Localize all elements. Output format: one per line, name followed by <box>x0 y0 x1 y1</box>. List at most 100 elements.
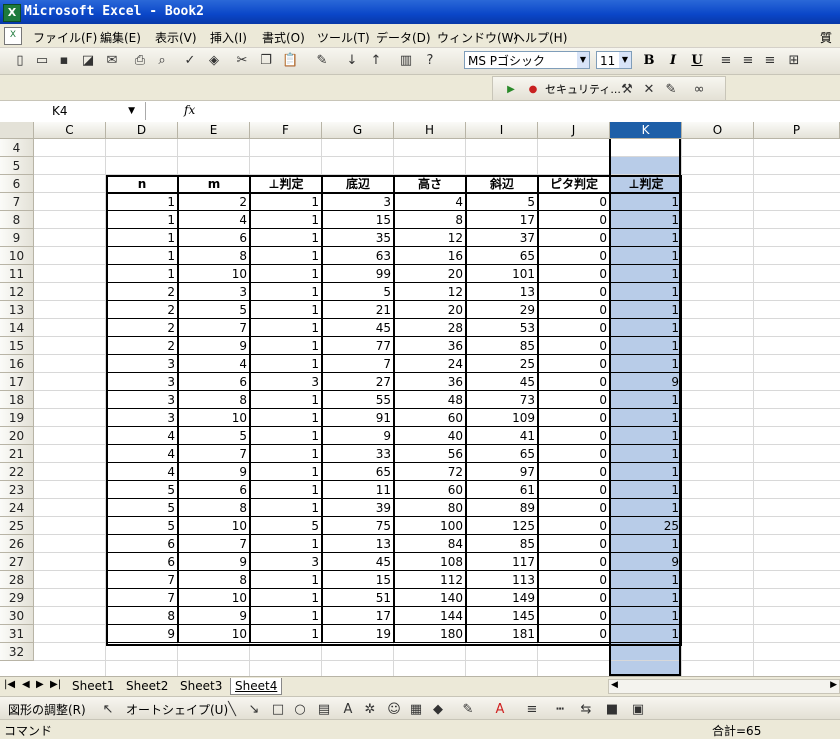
table-cell[interactable]: 0 <box>538 211 610 229</box>
3d-icon[interactable]: ▣ <box>630 702 646 718</box>
table-cell[interactable]: 112 <box>394 571 466 589</box>
menu-help[interactable]: ヘルプ(H) <box>513 29 567 46</box>
column-header-h[interactable]: H <box>394 122 466 139</box>
column-header-k[interactable]: K <box>610 122 682 139</box>
row-header-7[interactable]: 7 <box>0 193 34 211</box>
chart-wizard-icon[interactable]: ▥ <box>398 53 414 69</box>
autoshapes-button[interactable]: オートシェイプ(U) <box>126 701 228 718</box>
table-cell[interactable]: 36 <box>394 373 466 391</box>
table-cell[interactable]: 0 <box>538 391 610 409</box>
row-header-12[interactable]: 12 <box>0 283 34 301</box>
table-cell[interactable]: 37 <box>466 229 538 247</box>
table-cell[interactable]: 12 <box>394 229 466 247</box>
table-cell[interactable]: 0 <box>538 571 610 589</box>
excel-app-icon[interactable]: X <box>3 4 21 22</box>
table-cell[interactable]: 7 <box>178 319 250 337</box>
table-cell[interactable]: 63 <box>322 247 394 265</box>
italic-button[interactable]: I <box>664 53 682 69</box>
table-cell[interactable]: 125 <box>466 517 538 535</box>
print-icon[interactable]: ⎙ <box>132 53 148 69</box>
table-cell[interactable]: 41 <box>466 427 538 445</box>
table-cell[interactable]: 84 <box>394 535 466 553</box>
control-toolbox-icon[interactable]: ⚒ <box>619 82 635 98</box>
table-cell[interactable]: 0 <box>538 265 610 283</box>
table-cell[interactable]: 12 <box>394 283 466 301</box>
table-cell[interactable]: 65 <box>322 463 394 481</box>
save-icon[interactable]: ▪ <box>56 53 72 69</box>
menu-tools[interactable]: ツール(T) <box>317 29 370 46</box>
table-cell[interactable]: 21 <box>322 301 394 319</box>
table-cell[interactable]: 1 <box>250 571 322 589</box>
menu-view[interactable]: 表示(V) <box>155 29 197 46</box>
table-cell[interactable]: 13 <box>322 535 394 553</box>
table-cell[interactable]: 0 <box>538 517 610 535</box>
table-cell[interactable]: 1 <box>250 409 322 427</box>
name-box[interactable]: K4 ▼ <box>0 102 146 120</box>
font-size-select[interactable]: 11 ▼ <box>596 51 632 69</box>
table-cell[interactable]: 5 <box>322 283 394 301</box>
table-cell[interactable]: 2 <box>106 337 178 355</box>
row-header-8[interactable]: 8 <box>0 211 34 229</box>
table-cell[interactable]: 4 <box>394 193 466 211</box>
table-cell[interactable]: 0 <box>538 589 610 607</box>
copy-icon[interactable]: ❐ <box>258 53 274 69</box>
table-cell[interactable]: 0 <box>538 463 610 481</box>
column-header-p[interactable]: P <box>754 122 840 139</box>
line-color-icon[interactable]: ✎ <box>460 702 476 718</box>
table-cell[interactable]: 51 <box>322 589 394 607</box>
table-cell[interactable]: 5 <box>106 481 178 499</box>
table-cell[interactable]: 61 <box>466 481 538 499</box>
table-cell[interactable]: 1 <box>250 193 322 211</box>
table-cell[interactable]: 0 <box>538 481 610 499</box>
table-cell[interactable]: 2 <box>178 193 250 211</box>
table-cell[interactable]: 0 <box>538 373 610 391</box>
table-cell[interactable]: 0 <box>538 193 610 211</box>
row-header-13[interactable]: 13 <box>0 301 34 319</box>
table-cell[interactable]: 53 <box>466 319 538 337</box>
table-header-cell[interactable]: ピタ判定 <box>538 175 610 193</box>
column-header-j[interactable]: J <box>538 122 610 139</box>
table-cell[interactable]: 0 <box>538 283 610 301</box>
table-cell[interactable]: 77 <box>322 337 394 355</box>
research-icon[interactable]: ◈ <box>206 53 222 69</box>
table-cell[interactable]: 1 <box>250 265 322 283</box>
row-header-22[interactable]: 22 <box>0 463 34 481</box>
table-cell[interactable]: 1 <box>250 301 322 319</box>
table-cell[interactable]: 60 <box>394 481 466 499</box>
row-header-31[interactable]: 31 <box>0 625 34 643</box>
table-cell[interactable]: 108 <box>394 553 466 571</box>
table-cell[interactable]: 113 <box>466 571 538 589</box>
table-cell[interactable]: 97 <box>466 463 538 481</box>
table-cell[interactable]: 5 <box>106 499 178 517</box>
align-right-icon[interactable]: ≡ <box>762 53 778 69</box>
row-header-14[interactable]: 14 <box>0 319 34 337</box>
menu-file[interactable]: ファイル(F) <box>33 29 97 46</box>
table-header-cell[interactable]: n <box>106 175 178 193</box>
align-center-icon[interactable]: ≡ <box>740 53 756 69</box>
merge-center-icon[interactable]: ⊞ <box>786 53 802 69</box>
row-header-4[interactable]: 4 <box>0 139 34 157</box>
table-cell[interactable]: 65 <box>466 445 538 463</box>
table-cell[interactable]: 8 <box>178 247 250 265</box>
table-cell[interactable]: 180 <box>394 625 466 643</box>
table-cell[interactable]: 10 <box>178 589 250 607</box>
column-header-d[interactable]: D <box>106 122 178 139</box>
table-cell[interactable]: 45 <box>322 319 394 337</box>
underline-button[interactable]: U <box>688 53 706 69</box>
sheet-tab-1[interactable]: Sheet1 <box>68 678 118 694</box>
last-sheet-icon[interactable]: ▶| <box>50 679 61 690</box>
dash-style-icon[interactable]: ┅ <box>552 702 568 718</box>
table-cell[interactable]: 0 <box>538 445 610 463</box>
row-header-26[interactable]: 26 <box>0 535 34 553</box>
sheet-tab-4[interactable]: Sheet4 <box>230 678 283 695</box>
table-header-cell[interactable]: 高さ <box>394 175 466 193</box>
table-cell[interactable]: 13 <box>466 283 538 301</box>
table-cell[interactable]: 1 <box>250 535 322 553</box>
table-cell[interactable]: 1 <box>106 193 178 211</box>
security-button[interactable]: セキュリティ... <box>545 81 621 97</box>
table-cell[interactable]: 48 <box>394 391 466 409</box>
row-header-30[interactable]: 30 <box>0 607 34 625</box>
table-cell[interactable]: 9 <box>178 463 250 481</box>
column-header-c[interactable]: C <box>34 122 106 139</box>
table-cell[interactable]: 4 <box>106 445 178 463</box>
